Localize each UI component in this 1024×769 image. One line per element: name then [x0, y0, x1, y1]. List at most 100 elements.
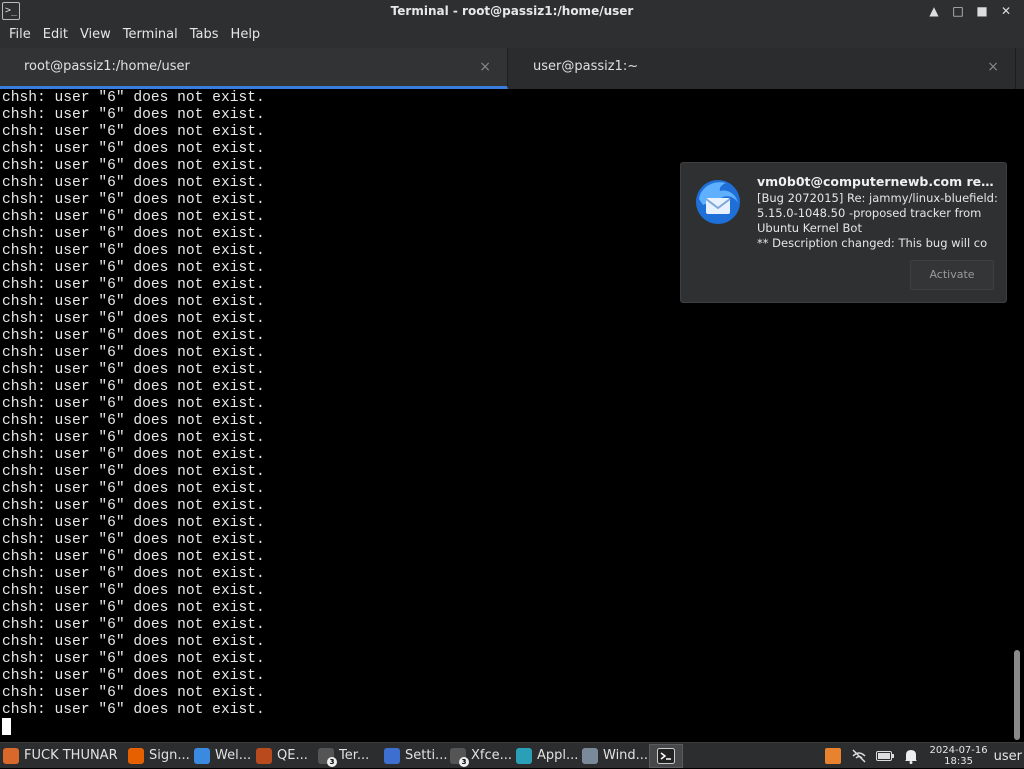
tab-close-icon[interactable]: ×: [479, 48, 491, 86]
terminal-line: chsh: user "6" does not exist.: [2, 175, 265, 191]
notification-body: [Bug 2072015] Re: jammy/linux-bluefield:…: [757, 191, 997, 251]
terminal-line: chsh: user "6" does not exist.: [2, 668, 265, 684]
terminal-line: chsh: user "6" does not exist.: [2, 498, 265, 514]
network-off-icon[interactable]: [850, 747, 868, 765]
terminal-scrollbar[interactable]: [1010, 90, 1024, 742]
taskbar-item-label: Sign...: [149, 748, 190, 763]
taskbar-item[interactable]: 3 Ter...: [315, 744, 381, 768]
menu-edit[interactable]: Edit: [37, 22, 74, 48]
menu-terminal[interactable]: Terminal: [117, 22, 184, 48]
terminal-line: chsh: user "6" does not exist.: [2, 328, 265, 344]
tab-close-icon[interactable]: ×: [987, 48, 999, 86]
terminal-line: chsh: user "6" does not exist.: [2, 124, 265, 140]
minimize-icon[interactable]: □: [946, 0, 970, 22]
battery-icon[interactable]: [875, 747, 894, 765]
terminal-line: chsh: user "6" does not exist.: [2, 158, 265, 174]
taskbar-item[interactable]: FUCK THUNAR: [0, 744, 125, 768]
terminal-line: chsh: user "6" does not exist.: [2, 481, 265, 497]
terminal-line: chsh: user "6" does not exist.: [2, 192, 265, 208]
taskbar-item-label: Appl...: [537, 748, 579, 763]
taskbar-item[interactable]: Setti...: [381, 744, 447, 768]
taskbar-item-label: QE...: [277, 748, 308, 763]
menu-file[interactable]: File: [3, 22, 37, 48]
notification-line: Ubuntu Kernel Bot: [757, 221, 862, 235]
notification-line: ** Description changed: This bug will co: [757, 236, 988, 250]
terminal-line: chsh: user "6" does not exist.: [2, 260, 265, 276]
thunderbird-icon: [696, 180, 740, 224]
window-controls: ▲ □ ■ ✕: [922, 0, 1018, 22]
terminal-line: chsh: user "6" does not exist.: [2, 379, 265, 395]
tab-bar: root@passiz1:/home/user × user@passiz1:~…: [0, 48, 1024, 89]
taskbar-item-label: Setti...: [405, 748, 447, 763]
terminal-line: chsh: user "6" does not exist.: [2, 294, 265, 310]
terminal-line: chsh: user "6" does not exist.: [2, 413, 265, 429]
task-active-terminal[interactable]: [649, 743, 683, 768]
task-list: FUCK THUNAR Sign... Wel... QE... 3 Ter... Sett…: [0, 743, 649, 769]
terminal-line: chsh: user "6" does not exist.: [2, 345, 265, 361]
scrollbar-thumb[interactable]: [1014, 650, 1020, 740]
terminal-line: chsh: user "6" does not exist.: [2, 600, 265, 616]
terminal-line: chsh: user "6" does not exist.: [2, 209, 265, 225]
terminal-line: chsh: user "6" does not exist.: [2, 430, 265, 446]
terminal-line: chsh: user "6" does not exist.: [2, 243, 265, 259]
terminal-line: chsh: user "6" does not exist.: [2, 515, 265, 531]
taskbar-item-label: Ter...: [339, 748, 370, 763]
terminal-line: chsh: user "6" does not exist.: [2, 685, 265, 701]
terminal-line: chsh: user "6" does not exist.: [2, 311, 265, 327]
window-count-badge: 3: [327, 756, 337, 767]
terminal-line: chsh: user "6" does not exist.: [2, 447, 265, 463]
terminal-line: chsh: user "6" does not exist.: [2, 617, 265, 633]
app-tray-icon[interactable]: [824, 747, 842, 765]
terminal-line: chsh: user "6" does not exist.: [2, 549, 265, 565]
terminal-line: chsh: user "6" does not exist.: [2, 583, 265, 599]
terminal-line: chsh: user "6" does not exist.: [2, 107, 265, 123]
shade-up-icon[interactable]: ▲: [922, 0, 946, 22]
menu-help[interactable]: Help: [225, 22, 267, 48]
terminal-line: chsh: user "6" does not exist.: [2, 634, 265, 650]
terminal-icon: 3: [450, 747, 469, 767]
settings-icon: [384, 747, 400, 764]
title-bar: >_ Terminal - root@passiz1:/home/user ▲ …: [0, 0, 1024, 22]
taskbar-item[interactable]: 3 Xfce...: [447, 744, 513, 768]
qemu-icon: [256, 747, 272, 764]
system-tray: 2024-07-16 18:35 user: [820, 743, 1024, 769]
menu-tabs[interactable]: Tabs: [184, 22, 225, 48]
activate-button[interactable]: Activate: [910, 260, 994, 290]
clock-time: 18:35: [944, 756, 973, 767]
terminal-icon: 3: [318, 747, 337, 767]
clock-date: 2024-07-16: [929, 745, 988, 756]
taskbar-item[interactable]: Sign...: [125, 744, 191, 768]
taskbar-item[interactable]: QE...: [253, 744, 315, 768]
terminal-line: chsh: user "6" does not exist.: [2, 362, 265, 378]
taskbar: FUCK THUNAR Sign... Wel... QE... 3 Ter... Sett…: [0, 742, 1024, 768]
taskbar-item[interactable]: Wind...: [579, 744, 649, 768]
maximize-icon[interactable]: ■: [970, 0, 994, 22]
notification-line: 5.15.0-1048.50 -proposed tracker from: [757, 206, 982, 220]
terminal-line: chsh: user "6" does not exist.: [2, 396, 265, 412]
taskbar-item[interactable]: Wel...: [191, 744, 253, 768]
taskbar-item-label: Wel...: [215, 748, 252, 763]
clock[interactable]: 2024-07-16 18:35: [930, 745, 988, 767]
terminal-line: chsh: user "6" does not exist.: [2, 532, 265, 548]
menu-bar: File Edit View Terminal Tabs Help: [0, 22, 1024, 48]
close-icon[interactable]: ✕: [994, 0, 1018, 22]
notification-popup[interactable]: vm0b0t@computernewb.com receiv... [Bug 2…: [680, 162, 1007, 303]
bell-icon[interactable]: [902, 747, 920, 765]
tab-label: user@passiz1:~: [533, 59, 639, 74]
firefox-icon: [194, 747, 210, 764]
notification-line: [Bug 2072015] Re: jammy/linux-bluefield:: [757, 191, 997, 205]
terminal-line: chsh: user "6" does not exist.: [2, 651, 265, 667]
taskbar-item-label: FUCK THUNAR: [24, 748, 118, 763]
menu-view[interactable]: View: [74, 22, 117, 48]
apps-icon: [516, 747, 532, 764]
terminal-lines: chsh: user "6" does not exist. chsh: user…: [0, 90, 265, 719]
terminal-line: chsh: user "6" does not exist.: [2, 226, 265, 242]
tab-root[interactable]: root@passiz1:/home/user ×: [0, 48, 508, 89]
window-count-badge: 3: [459, 756, 469, 767]
user-label[interactable]: user: [994, 749, 1022, 764]
taskbar-item[interactable]: Appl...: [513, 744, 579, 768]
tab-user[interactable]: user@passiz1:~ ×: [508, 48, 1016, 89]
terminal-cursor: [2, 718, 11, 735]
taskbar-item-label: Wind...: [603, 748, 649, 763]
firefox-icon: [128, 747, 144, 764]
